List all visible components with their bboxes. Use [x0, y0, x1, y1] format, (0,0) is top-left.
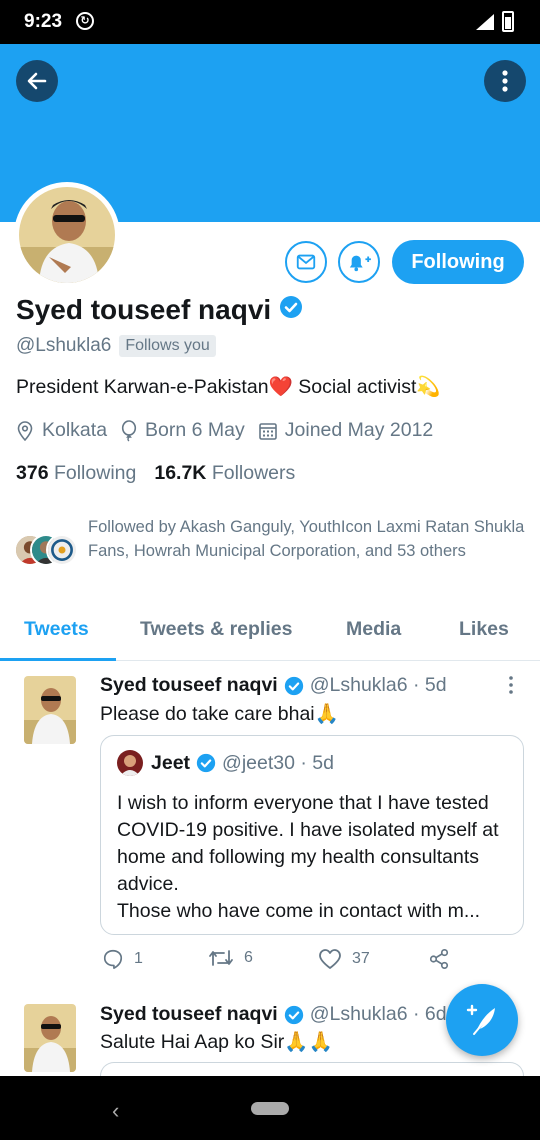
- joined-text: Joined May 2012: [284, 419, 434, 441]
- like-button[interactable]: 37: [318, 948, 370, 970]
- reply-button[interactable]: 1: [102, 948, 143, 970]
- feather-plus-icon: [466, 1004, 495, 1035]
- profile-handle: @Lshukla6: [16, 335, 112, 356]
- notify-button[interactable]: [338, 241, 380, 283]
- nav-back-icon[interactable]: ‹: [112, 1098, 119, 1124]
- location-text: Kolkata: [42, 419, 108, 441]
- share-icon: [429, 949, 449, 969]
- quoted-tweet-text: I wish to inform everyone that I have te…: [117, 792, 499, 922]
- profile-bio: President Karwan-e-Pakistan❤️ Social act…: [16, 376, 441, 398]
- more-vertical-icon: [502, 70, 508, 92]
- followed-by-avatars: [14, 534, 78, 568]
- signal-icon: [476, 14, 494, 30]
- tweet-text: Salute Hai Aap ko Sir🙏🙏: [100, 1031, 333, 1053]
- mail-icon: [296, 254, 316, 270]
- verified-badge-icon: [279, 294, 303, 326]
- birthday-item: Born 6 May: [121, 419, 245, 442]
- tweet-meta: @Lshukla6 · 6d: [309, 1003, 447, 1025]
- profile-avatar[interactable]: [14, 182, 120, 288]
- tab-tweets[interactable]: Tweets: [24, 618, 89, 641]
- retweet-count: 6: [244, 949, 253, 966]
- followers-label: Followers: [211, 462, 296, 484]
- status-time: 9:23: [24, 11, 63, 32]
- active-tab-indicator: [0, 658, 116, 661]
- profile-name-row: Syed touseef naqvi: [16, 294, 303, 326]
- joined-item: Joined May 2012: [258, 419, 434, 442]
- followers-count: 16.7K: [154, 462, 207, 484]
- following-count-link[interactable]: 376 Following: [16, 462, 136, 484]
- tab-media[interactable]: Media: [346, 618, 401, 641]
- follow-counts: 376 Following 16.7K Followers: [16, 462, 295, 485]
- profile-handle-row: @Lshukla6 Follows you: [16, 335, 216, 357]
- profile-tabs: Tweets Tweets & replies Media Likes: [0, 604, 540, 661]
- sync-icon: ↻: [76, 12, 94, 30]
- profile-meta: Kolkata Born 6 May Joined May 2012: [16, 419, 447, 442]
- mini-avatar: [46, 534, 78, 566]
- verified-badge-icon: [284, 1005, 304, 1025]
- verified-badge-icon: [196, 753, 216, 773]
- tweet-header: Syed touseef naqvi @Lshukla6 · 6d: [100, 1003, 447, 1026]
- followed-by-text[interactable]: Followed by Akash Ganguly, YouthIcon Lax…: [88, 515, 528, 563]
- message-button[interactable]: [285, 241, 327, 283]
- quoted-tweet[interactable]: Jeet @jeet30 · 5d I wish to inform every…: [100, 735, 524, 935]
- bell-plus-icon: [349, 255, 371, 272]
- profile-name: Syed touseef naqvi: [16, 294, 272, 325]
- tweet-text: Please do take care bhai🙏: [100, 703, 339, 725]
- tab-tweets-replies[interactable]: Tweets & replies: [140, 618, 292, 641]
- calendar-icon: [258, 422, 277, 440]
- balloon-icon: [121, 419, 137, 442]
- system-nav-bar: ‹: [0, 1076, 540, 1140]
- avatar-image: [19, 187, 115, 283]
- tab-likes[interactable]: Likes: [459, 618, 509, 641]
- battery-icon: [502, 11, 514, 32]
- following-button[interactable]: Following: [392, 240, 524, 284]
- quoted-author-name: Jeet: [151, 751, 191, 774]
- compose-tweet-button[interactable]: [446, 984, 518, 1056]
- heart-icon: [319, 949, 341, 969]
- quoted-meta: @jeet30 · 5d: [222, 751, 334, 774]
- tweet-author-name[interactable]: Syed touseef naqvi: [100, 674, 278, 697]
- status-bar: 9:23 ↻: [0, 0, 540, 44]
- arrow-left-icon: [27, 72, 47, 90]
- quoted-tweet-header: Jeet @jeet30 · 5d: [117, 750, 334, 776]
- tweet-actions: 1 6 37: [100, 948, 470, 978]
- tweet-meta: @Lshukla6 · 5d: [309, 674, 447, 696]
- location-item: Kolkata: [16, 419, 107, 442]
- like-count: 37: [352, 950, 370, 967]
- tweet-header: Syed touseef naqvi @Lshukla6 · 5d: [100, 674, 447, 697]
- more-options-button[interactable]: [484, 60, 526, 102]
- location-pin-icon: [17, 420, 33, 441]
- tweet-avatar[interactable]: [24, 676, 76, 744]
- birthday-text: Born 6 May: [145, 419, 245, 441]
- tweet-avatar[interactable]: [24, 1004, 76, 1072]
- following-count: 376: [16, 462, 49, 484]
- following-label: Following: [53, 462, 137, 484]
- reply-icon: [103, 949, 123, 969]
- verified-badge-icon: [284, 676, 304, 696]
- back-button[interactable]: [16, 60, 58, 102]
- home-pill[interactable]: [251, 1102, 289, 1115]
- retweet-icon: [209, 950, 233, 966]
- share-button[interactable]: [428, 948, 460, 970]
- reply-count: 1: [134, 950, 143, 967]
- followers-count-link[interactable]: 16.7K Followers: [154, 462, 295, 484]
- tweet-author-name[interactable]: Syed touseef naqvi: [100, 1003, 278, 1026]
- retweet-button[interactable]: 6: [208, 948, 253, 968]
- follows-you-badge: Follows you: [119, 335, 216, 357]
- tweet-more-icon[interactable]: [508, 675, 514, 700]
- quoted-avatar: [117, 750, 143, 776]
